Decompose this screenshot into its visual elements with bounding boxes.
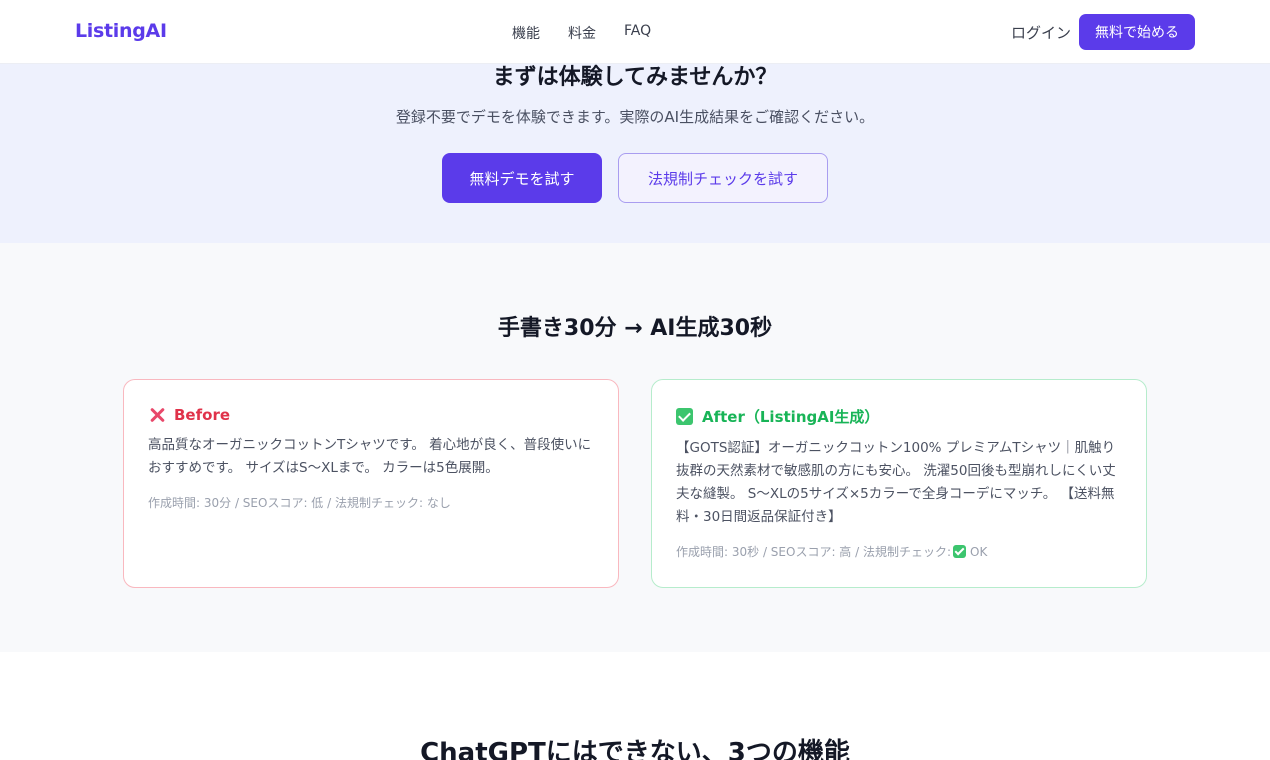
after-heading-row: After（ListingAI生成） <box>676 406 1122 427</box>
close-icon <box>148 406 166 424</box>
nav-item-features[interactable]: 機能 <box>512 23 540 43</box>
after-meta-status: OK <box>970 545 988 559</box>
after-body: 【GOTS認証】オーガニックコットン100% プレミアムTシャツ｜肌触り抜群の天… <box>676 440 1116 525</box>
check-icon <box>676 408 693 425</box>
features-title: ChatGPTにはできない、3つの機能 <box>420 738 850 760</box>
comparison-section: 手書き30分 → AI生成30秒 Before 高品質なオーガニックコットンTシ… <box>0 243 1270 652</box>
nav-item-pricing[interactable]: 料金 <box>568 23 596 43</box>
check-icon <box>953 545 967 558</box>
after-card: After（ListingAI生成） 【GOTS認証】オーガニックコットン100… <box>651 379 1147 588</box>
before-heading-row: Before <box>148 406 594 424</box>
after-heading: After（ListingAI生成） <box>702 408 880 426</box>
try-demo-button[interactable]: 無料デモを試す <box>442 153 602 203</box>
try-compliance-check-button[interactable]: 法規制チェックを試す <box>618 153 828 203</box>
before-heading: Before <box>174 406 231 424</box>
after-meta-prefix: 作成時間: 30秒 / SEOスコア: 高 / 法規制チェック: <box>676 545 952 559</box>
before-meta: 作成時間: 30分 / SEOスコア: 低 / 法規制チェック: なし <box>148 496 451 510</box>
comparison-title: 手書き30分 → AI生成30秒 <box>497 316 773 341</box>
nav-item-faq[interactable]: FAQ <box>624 23 651 43</box>
demo-section: まずは体験してみませんか？ 登録不要でデモを体験できます。実際のAI生成結果をご… <box>0 64 1270 243</box>
logo[interactable]: ListingAI <box>75 20 167 42</box>
login-link[interactable]: ログイン <box>1011 22 1071 43</box>
before-card: Before 高品質なオーガニックコットンTシャツです。 着心地が良く、普段使い… <box>123 379 619 588</box>
after-meta: 作成時間: 30秒 / SEOスコア: 高 / 法規制チェック: OK <box>676 543 1122 560</box>
demo-subtitle: 登録不要でデモを体験できます。実際のAI生成結果をご確認ください。 <box>395 108 875 126</box>
before-body: 高品質なオーガニックコットンTシャツです。 着心地が良く、普段使いにおすすめです… <box>148 437 592 476</box>
demo-title: まずは体験してみませんか？ <box>492 65 778 90</box>
site-header: ListingAI 機能 料金 FAQ ログイン 無料で始める <box>0 0 1270 64</box>
start-free-button[interactable]: 無料で始める <box>1079 14 1195 50</box>
main-nav: 機能 料金 FAQ <box>512 23 679 43</box>
